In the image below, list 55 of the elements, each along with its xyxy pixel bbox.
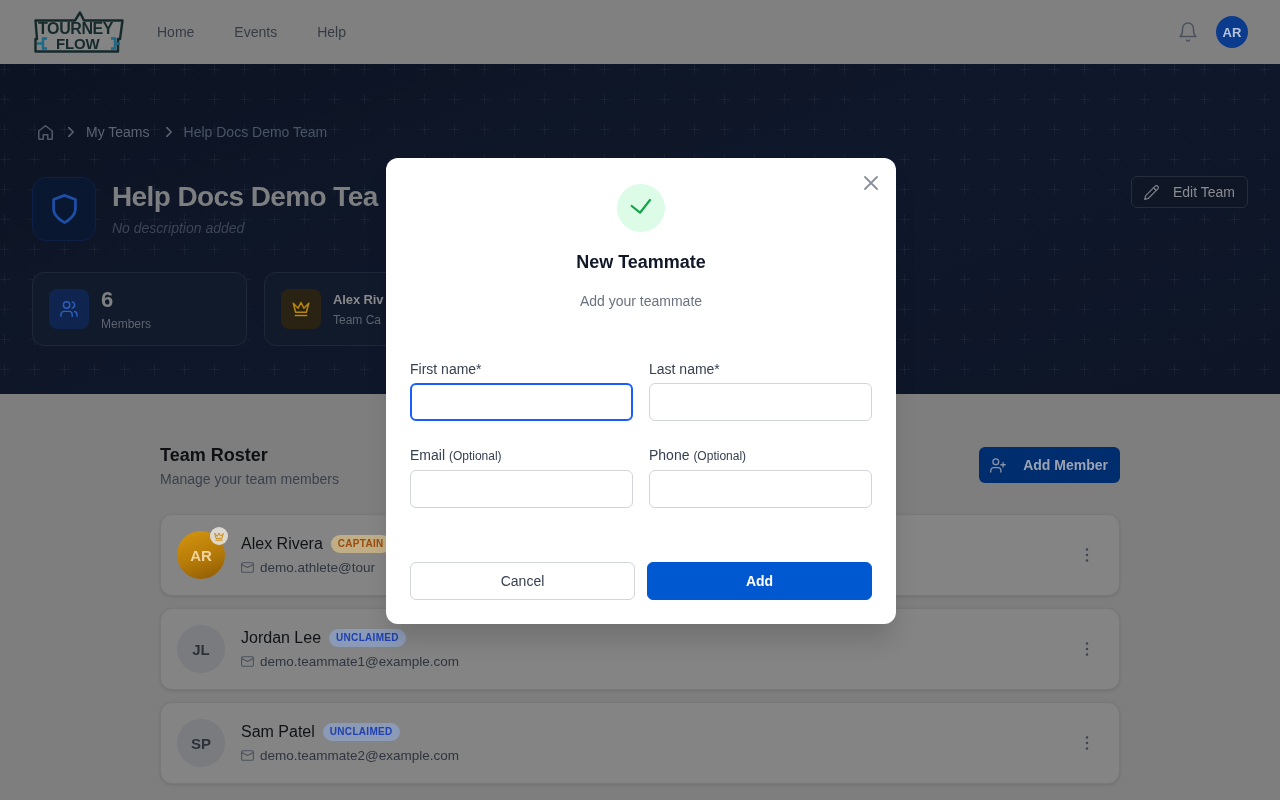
- input-field[interactable]: [410, 383, 633, 421]
- chevron-icon: [68, 127, 74, 137]
- kebab-icon: [1085, 548, 1089, 562]
- close-button[interactable]: [864, 176, 878, 190]
- kebab-icon: [1085, 736, 1089, 750]
- stat-value: Alex Riv: [333, 290, 384, 309]
- bell-icon[interactable]: [1179, 22, 1197, 42]
- member-name: Sam Patel: [241, 721, 315, 742]
- modal-title: New Teammate: [575, 251, 707, 274]
- users-icon: [49, 289, 89, 329]
- member-name: Alex Rivera: [241, 533, 323, 554]
- member-email: demo.athlete@tour: [260, 558, 376, 577]
- crown-icon: [210, 527, 228, 545]
- member-avatar: SP: [177, 719, 225, 767]
- modal-subtitle: Add your teammate: [578, 292, 704, 311]
- member-name: Jordan Lee: [241, 627, 322, 648]
- chevron-icon: [165, 127, 172, 137]
- mail-icon: [241, 750, 254, 761]
- home-icon[interactable]: [38, 124, 53, 140]
- team-name: Help Docs Demo Tea: [112, 180, 378, 214]
- field-label: Phone (Optional): [649, 446, 748, 465]
- nav-link[interactable]: Events: [234, 22, 278, 42]
- logo-text: TOURNEY: [38, 21, 114, 37]
- section-subtitle: Manage your team members: [160, 470, 339, 489]
- edit-team-button[interactable]: Edit Team: [1131, 176, 1248, 208]
- member-avatar: JL: [177, 625, 225, 673]
- stat-label: Members: [101, 315, 151, 332]
- stat-value: 6: [101, 286, 115, 313]
- pencil-icon: [1144, 184, 1159, 200]
- section-title: Team Roster: [160, 444, 269, 467]
- logo-text: FLOW: [56, 36, 100, 52]
- nav-link[interactable]: Help: [317, 22, 346, 42]
- role-badge: UNCLAIMED: [329, 628, 406, 647]
- mail-icon: [241, 562, 254, 573]
- user-plus-icon: [990, 457, 1007, 473]
- shield-icon: [32, 177, 96, 241]
- member-email: demo.teammate1@example.com: [260, 652, 460, 671]
- close-icon: [864, 176, 878, 190]
- stat-label: Team Ca: [333, 311, 383, 328]
- field-label: Email (Optional): [410, 446, 503, 465]
- crown-icon: [281, 289, 321, 329]
- member-avatar: AR: [177, 531, 225, 579]
- breadcrumb-link[interactable]: My Teams: [86, 122, 150, 142]
- role-badge: UNCLAIMED: [322, 722, 400, 741]
- add-button[interactable]: Add: [647, 562, 872, 600]
- add-member-button[interactable]: Add Member: [979, 447, 1120, 483]
- check-icon: [617, 184, 665, 232]
- mail-icon: [241, 656, 254, 667]
- member-email: demo.teammate2@example.com: [260, 746, 460, 765]
- field-label: First name*: [410, 360, 483, 379]
- nav-link[interactable]: Home: [157, 22, 195, 42]
- kebab-icon: [1085, 642, 1089, 656]
- field-label: Last name*: [649, 360, 721, 379]
- user-avatar[interactable]: AR: [1216, 16, 1248, 48]
- cancel-button[interactable]: Cancel: [410, 562, 635, 600]
